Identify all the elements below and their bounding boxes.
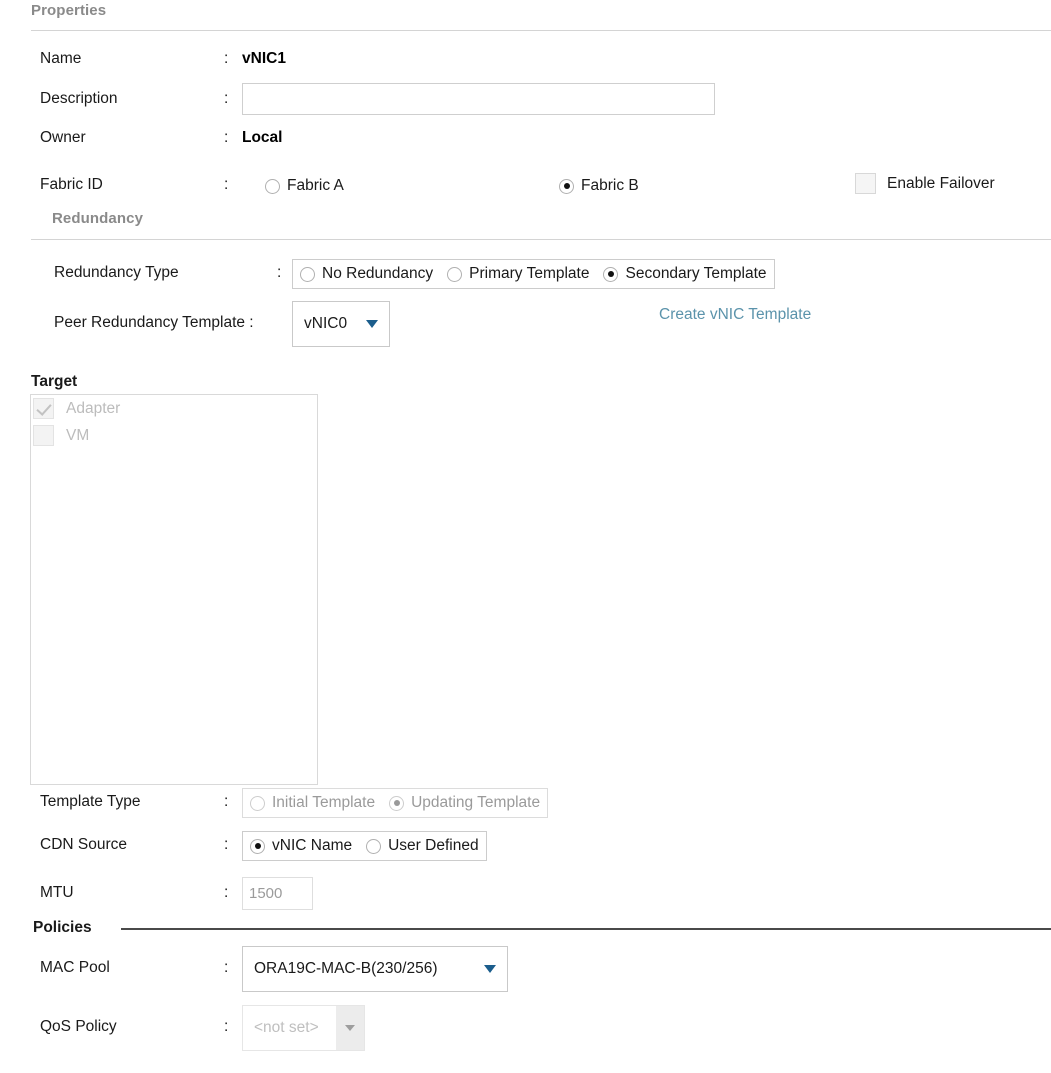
chevron-down-icon [484, 965, 496, 973]
radio-label-initial-template: Initial Template [272, 794, 376, 811]
radio-dot-fabric-a-icon [265, 178, 280, 194]
checkbox-box-enable-failover-icon [855, 173, 876, 194]
policies-divider [121, 928, 1051, 930]
description-label: Description [40, 90, 118, 107]
qos-policy-value: <not set> [254, 1019, 319, 1036]
radio-option-fabric-b[interactable]: Fabric B [552, 177, 646, 195]
radio-label-no-redundancy: No Redundancy [322, 265, 434, 282]
radio-dot-user-defined-icon [366, 838, 382, 854]
qos-policy-dropdown-arrow-button[interactable] [336, 1006, 364, 1050]
qos-policy-label: QoS Policy [40, 1018, 117, 1035]
name-colon: : [224, 50, 229, 67]
radio-option-user-defined[interactable]: User Defined [359, 837, 485, 855]
list-item-label: Adapter [66, 399, 121, 417]
radio-label-fabric-a: Fabric A [287, 177, 344, 194]
radio-option-secondary-template[interactable]: Secondary Template [596, 265, 773, 283]
mtu-input[interactable] [242, 877, 313, 910]
cdn-source-label: CDN Source [40, 836, 127, 853]
template-type-colon: : [224, 793, 229, 810]
radio-label-primary-template: Primary Template [469, 265, 590, 282]
section-header-target: Target [31, 373, 78, 390]
peer-redundancy-template-dropdown[interactable]: vNIC0 [292, 301, 390, 347]
fabric-id-colon: : [224, 176, 229, 193]
radio-dot-updating-template-icon [389, 795, 405, 811]
radio-option-no-redundancy[interactable]: No Redundancy [293, 265, 440, 283]
fabric-id-radio-group-b[interactable]: Fabric B [552, 172, 646, 200]
target-list[interactable]: Adapter VM [30, 394, 318, 785]
radio-option-updating-template[interactable]: Updating Template [382, 794, 547, 812]
enable-failover-checkbox[interactable]: Enable Failover [855, 173, 995, 194]
radio-dot-secondary-template-icon [603, 266, 619, 282]
qos-policy-dropdown[interactable]: <not set> [242, 1005, 365, 1051]
list-item-label: VM [66, 426, 90, 444]
mac-pool-dropdown[interactable]: ORA19C-MAC-B(230/256) [242, 946, 508, 992]
redundancy-divider [31, 239, 1051, 240]
owner-colon: : [224, 129, 229, 146]
redundancy-type-label: Redundancy Type [54, 264, 179, 281]
description-colon: : [224, 90, 229, 107]
owner-label: Owner [40, 129, 86, 146]
qos-policy-colon: : [224, 1018, 229, 1035]
enable-failover-label: Enable Failover [887, 174, 995, 192]
section-header-redundancy: Redundancy [52, 210, 144, 227]
mac-pool-label: MAC Pool [40, 959, 110, 976]
section-header-policies: Policies [33, 919, 92, 936]
name-label: Name [40, 50, 82, 67]
radio-dot-initial-template-icon [250, 795, 265, 811]
fabric-id-label: Fabric ID [40, 176, 103, 193]
name-value: vNIC1 [242, 50, 286, 67]
radio-option-fabric-a[interactable]: Fabric A [258, 177, 351, 195]
peer-redundancy-template-value: vNIC0 [304, 315, 348, 332]
radio-label-secondary-template: Secondary Template [625, 265, 767, 282]
owner-value: Local [242, 129, 283, 146]
peer-redundancy-template-label: Peer Redundancy Template : [54, 314, 254, 331]
list-item[interactable]: Adapter [31, 395, 317, 422]
description-input[interactable] [242, 83, 715, 115]
chevron-down-icon [345, 1025, 355, 1031]
mac-pool-colon: : [224, 959, 229, 976]
create-vnic-template-link[interactable]: Create vNIC Template [659, 306, 811, 324]
radio-dot-fabric-b-icon [559, 178, 574, 194]
redundancy-type-colon: : [277, 264, 282, 281]
radio-label-updating-template: Updating Template [411, 794, 541, 811]
mtu-colon: : [224, 884, 229, 901]
cdn-source-radio-group[interactable]: vNIC Name User Defined [242, 831, 487, 861]
radio-label-vnic-name: vNIC Name [272, 837, 353, 854]
fabric-id-radio-group[interactable]: Fabric A [258, 172, 351, 200]
radio-option-primary-template[interactable]: Primary Template [440, 265, 596, 283]
template-type-label: Template Type [40, 793, 141, 810]
properties-divider [31, 30, 1051, 31]
chevron-down-icon [366, 320, 378, 328]
cdn-source-colon: : [224, 836, 229, 853]
checkbox-adapter-icon [33, 398, 54, 419]
mac-pool-value: ORA19C-MAC-B(230/256) [254, 960, 438, 977]
radio-option-vnic-name[interactable]: vNIC Name [243, 837, 359, 855]
radio-label-user-defined: User Defined [388, 837, 479, 854]
template-type-radio-group[interactable]: Initial Template Updating Template [242, 788, 549, 818]
mtu-label: MTU [40, 884, 74, 901]
radio-option-initial-template[interactable]: Initial Template [243, 794, 382, 812]
radio-dot-primary-template-icon [447, 266, 463, 282]
radio-label-fabric-b: Fabric B [581, 177, 639, 194]
vnic-template-properties-panel: Properties Name : vNIC1 Description : Ow… [0, 0, 1051, 1073]
radio-dot-no-redundancy-icon [300, 266, 315, 282]
radio-dot-vnic-name-icon [250, 838, 265, 854]
section-header-properties: Properties [31, 2, 107, 19]
checkbox-vm-icon [33, 425, 54, 446]
list-item[interactable]: VM [31, 422, 317, 449]
redundancy-type-radio-group[interactable]: No Redundancy Primary Template Secondary… [292, 259, 775, 289]
